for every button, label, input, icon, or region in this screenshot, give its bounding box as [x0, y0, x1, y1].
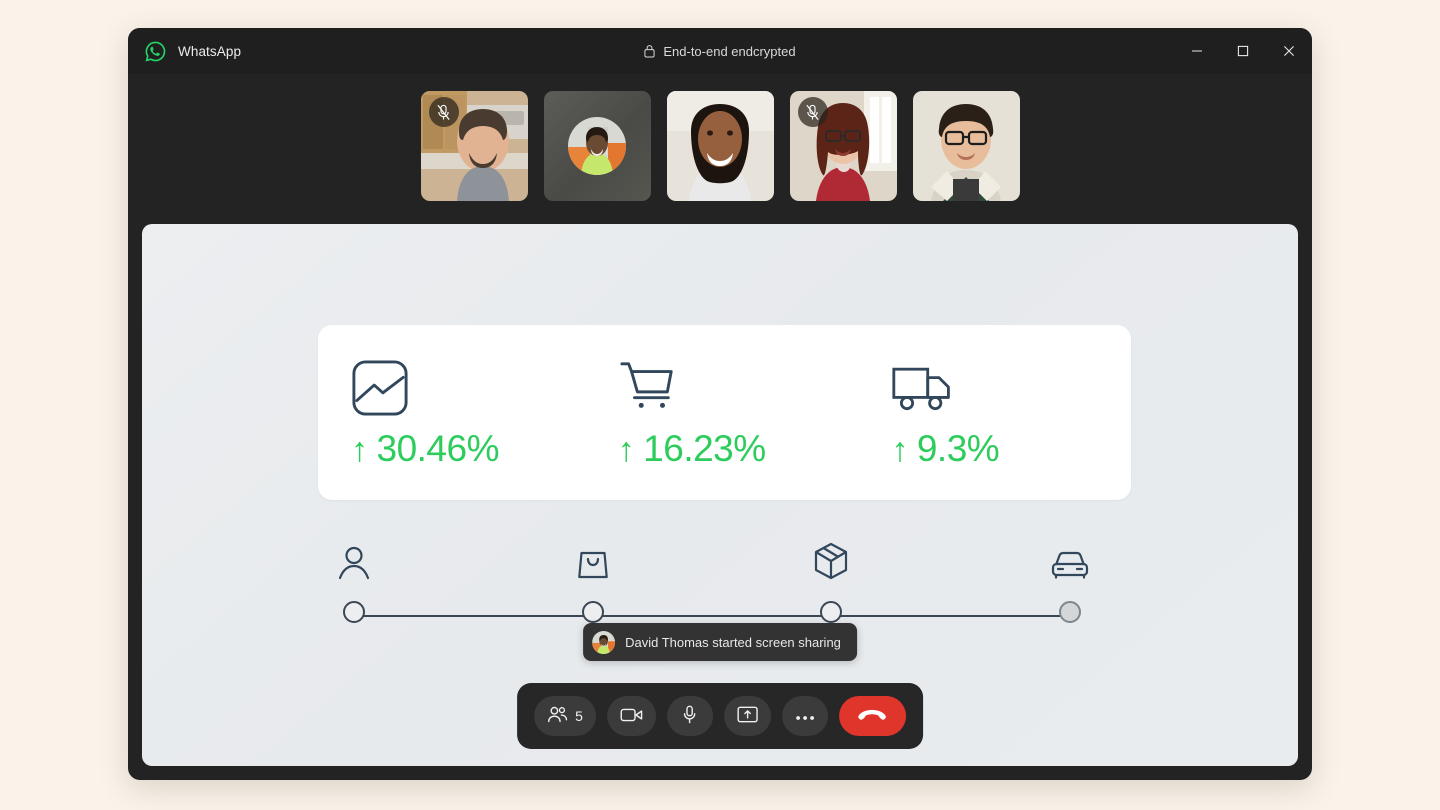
whatsapp-logo-icon [144, 40, 167, 63]
metric-value: ↑ 30.46% [351, 428, 499, 470]
person-icon [338, 546, 370, 580]
metric-percentage: 16.23% [643, 427, 766, 469]
delivery-truck-icon [891, 356, 955, 420]
app-name: WhatsApp [178, 43, 242, 59]
metric-item: ↑ 9.3% [857, 356, 1131, 470]
call-control-bar: 5 [517, 683, 923, 749]
maximize-button[interactable] [1220, 28, 1266, 74]
participant-tile[interactable] [543, 91, 651, 201]
close-button[interactable] [1266, 28, 1312, 74]
trend-up-arrow-icon: ↑ [891, 430, 908, 469]
microphone-icon [682, 705, 697, 727]
ellipsis-icon [795, 709, 815, 724]
hang-up-icon [857, 707, 887, 726]
screen-share-icon [737, 706, 758, 726]
participants-button[interactable]: 5 [534, 696, 596, 736]
timeline-line [363, 615, 1061, 617]
car-icon [1051, 550, 1089, 580]
encryption-indicator: End-to-end endcrypted [128, 28, 1312, 74]
metric-item: ↑ 16.23% [591, 356, 858, 470]
share-screen-button[interactable] [723, 696, 771, 736]
participant-tile[interactable] [912, 91, 1020, 201]
titlebar: WhatsApp End-to-end endcrypted [128, 28, 1312, 74]
package-box-icon [813, 542, 849, 580]
metric-value: ↑ 16.23% [618, 428, 766, 470]
end-call-button[interactable] [838, 696, 906, 736]
shopping-bag-icon [577, 546, 609, 580]
more-options-button[interactable] [781, 696, 828, 736]
metric-item: ↑ 30.46% [318, 356, 591, 470]
timeline-node[interactable] [1059, 601, 1081, 623]
window-controls [1174, 28, 1312, 74]
metrics-card: ↑ 30.46% ↑ 16.23% ↑ 9.3% [318, 325, 1131, 500]
mic-off-badge [797, 97, 828, 127]
avatar [568, 117, 626, 175]
participant-tile[interactable] [666, 91, 774, 201]
participant-video [912, 91, 1020, 201]
participant-video [666, 91, 774, 201]
mic-off-icon [437, 104, 450, 120]
whatsapp-call-window: WhatsApp End-to-end endcrypted ↑ 30.46% … [128, 28, 1312, 780]
metric-value: ↑ 9.3% [891, 428, 999, 470]
trend-up-arrow-icon: ↑ [351, 430, 368, 469]
people-icon [547, 706, 568, 726]
camera-button[interactable] [606, 696, 656, 736]
lock-icon [644, 44, 655, 58]
timeline-icons [338, 534, 1089, 580]
app-brand: WhatsApp [128, 40, 241, 63]
screen-share-notification-toast: David Thomas started screen sharing [583, 623, 857, 661]
shared-screen-viewport: ↑ 30.46% ↑ 16.23% ↑ 9.3% David Thomas st… [142, 224, 1298, 766]
video-camera-icon [620, 707, 643, 726]
encryption-label: End-to-end endcrypted [663, 43, 796, 59]
participant-avatar [592, 630, 616, 654]
mic-off-icon [806, 104, 819, 120]
trend-up-arrow-icon: ↑ [617, 430, 635, 469]
participant-tile[interactable] [420, 91, 528, 201]
microphone-button[interactable] [666, 696, 713, 736]
timeline-node[interactable] [820, 601, 843, 623]
toast-message: David Thomas started screen sharing [625, 634, 841, 650]
timeline-node[interactable] [581, 601, 604, 623]
mic-off-badge [428, 97, 459, 127]
order-progress-timeline [338, 534, 1089, 634]
participant-tile[interactable] [789, 91, 897, 201]
metric-percentage: 9.3% [916, 427, 1000, 469]
shopping-cart-icon [618, 356, 678, 420]
timeline-node[interactable] [343, 601, 365, 623]
minimize-button[interactable] [1174, 28, 1220, 74]
participant-count: 5 [575, 708, 583, 724]
participant-thumbnail-strip [128, 74, 1312, 218]
image-chart-icon [351, 356, 409, 420]
metric-percentage: 30.46% [376, 427, 500, 469]
